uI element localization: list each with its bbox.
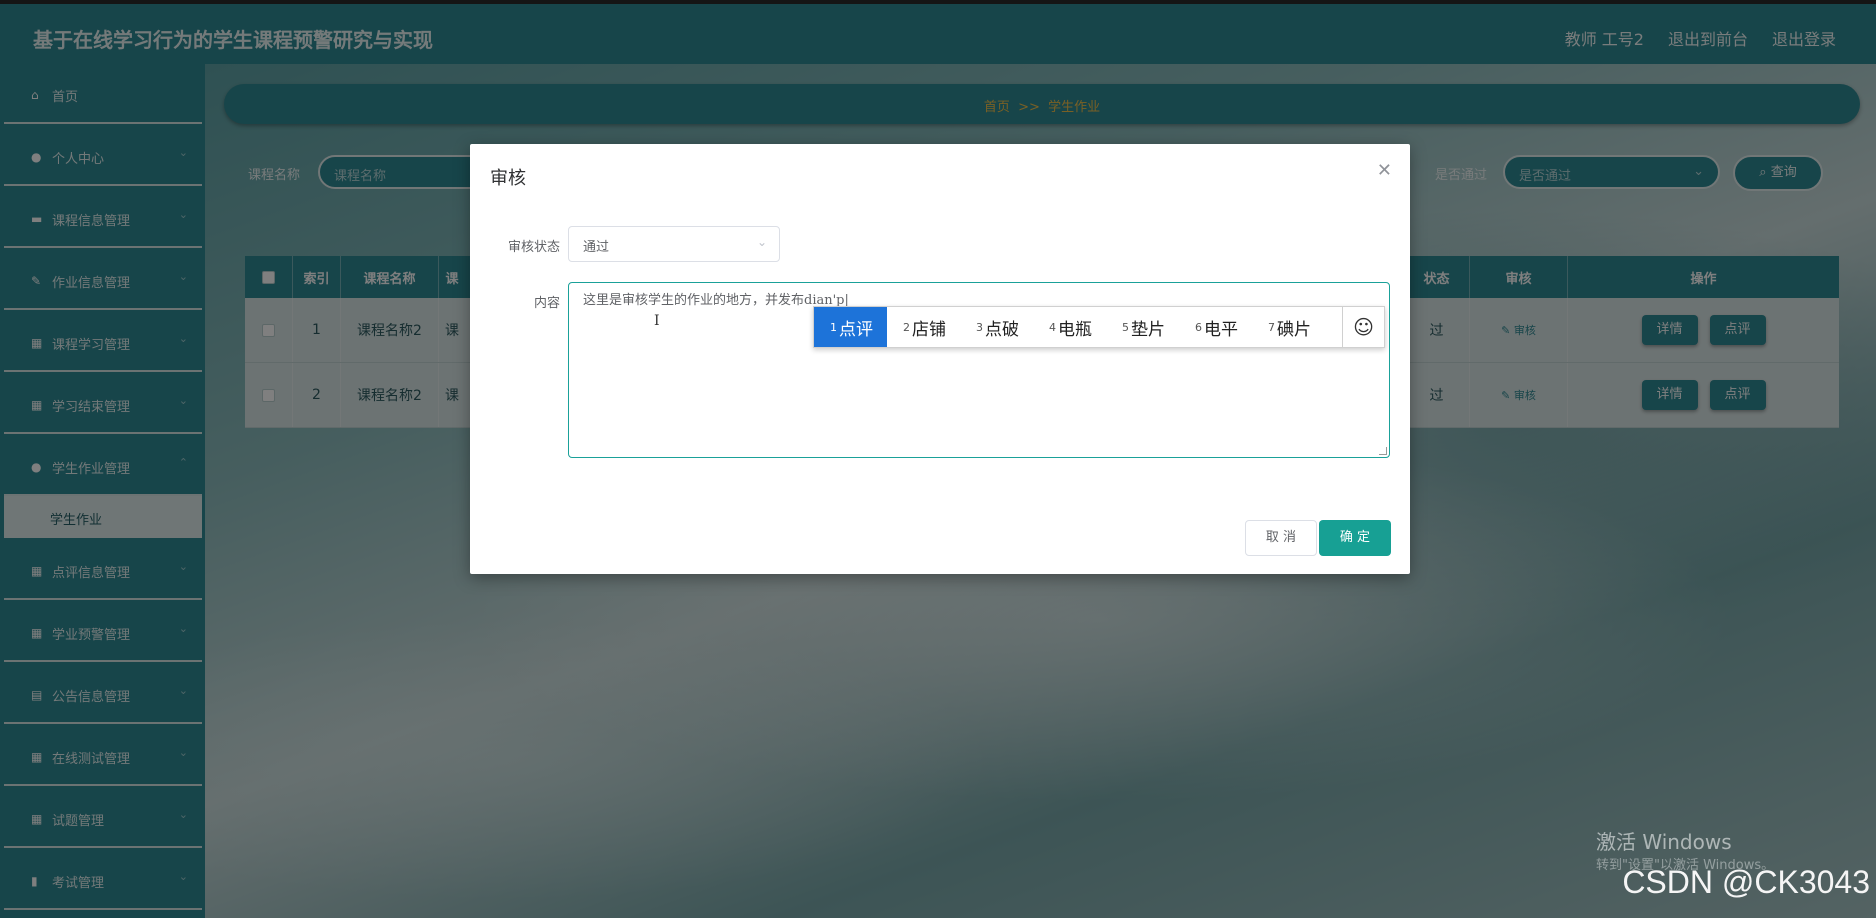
cancel-button[interactable]: 取 消 <box>1245 520 1317 556</box>
audit-status-value: 通过 <box>583 240 610 255</box>
ime-candidate[interactable]: 2 店铺 <box>887 307 960 347</box>
ime-candidate[interactable]: 7 碘片 <box>1252 307 1325 347</box>
ime-candidate-number: 4 <box>1049 320 1056 334</box>
ime-candidate-number: 5 <box>1122 320 1129 334</box>
ime-candidate[interactable]: 3 点破 <box>960 307 1033 347</box>
ime-candidate-number: 3 <box>976 320 983 334</box>
ime-candidate[interactable]: 4 电瓶 <box>1033 307 1106 347</box>
windows-activation-watermark: 激活 Windows <box>1596 830 1732 854</box>
ime-candidate-text: 点破 <box>985 319 1019 340</box>
audit-status-select[interactable]: 通过 ⌄ <box>568 226 780 262</box>
ime-candidate-number: 1 <box>830 320 837 334</box>
ime-candidate-text: 电平 <box>1204 319 1238 340</box>
ime-candidate[interactable]: 5 垫片 <box>1106 307 1179 347</box>
csdn-watermark: CSDN @CK3043 <box>1622 864 1870 900</box>
ime-candidate-text: 店铺 <box>912 319 946 340</box>
ime-candidate-number: 7 <box>1268 320 1275 334</box>
emoji-icon[interactable]: ☺ <box>1342 307 1384 347</box>
ime-candidate-text: 电瓶 <box>1058 319 1092 340</box>
ime-candidate-number: 6 <box>1195 320 1202 334</box>
ime-candidate-text: 点评 <box>839 319 873 340</box>
content-label: 内容 <box>533 296 560 311</box>
ime-candidate[interactable]: 6 电平 <box>1179 307 1252 347</box>
confirm-button[interactable]: 确 定 <box>1319 520 1391 556</box>
chevron-down-icon: ⌄ <box>756 235 767 249</box>
content-text: 这里是审核学生的作业的地方，并发布dian'p <box>583 293 845 308</box>
ime-candidate-text: 碘片 <box>1277 319 1311 340</box>
ime-candidate[interactable]: 1 点评 <box>814 307 887 347</box>
ime-candidate-text: 垫片 <box>1131 319 1165 340</box>
ime-candidate-bar: 1 点评 2 店铺 3 点破 4 电瓶 5 垫片 6 电平 7 碘片 ☺ <box>813 306 1385 348</box>
audit-dialog: 审核 ✕ 审核状态 通过 ⌄ 内容 这里是审核学生的作业的地方，并发布dian'… <box>470 144 1410 574</box>
dialog-title: 审核 <box>490 168 526 189</box>
audit-status-label: 审核状态 <box>507 240 560 255</box>
resize-handle[interactable] <box>1379 447 1387 455</box>
text-cursor-icon: I <box>654 313 660 329</box>
ime-candidate-number: 2 <box>903 320 910 334</box>
close-icon[interactable]: ✕ <box>1377 160 1392 181</box>
